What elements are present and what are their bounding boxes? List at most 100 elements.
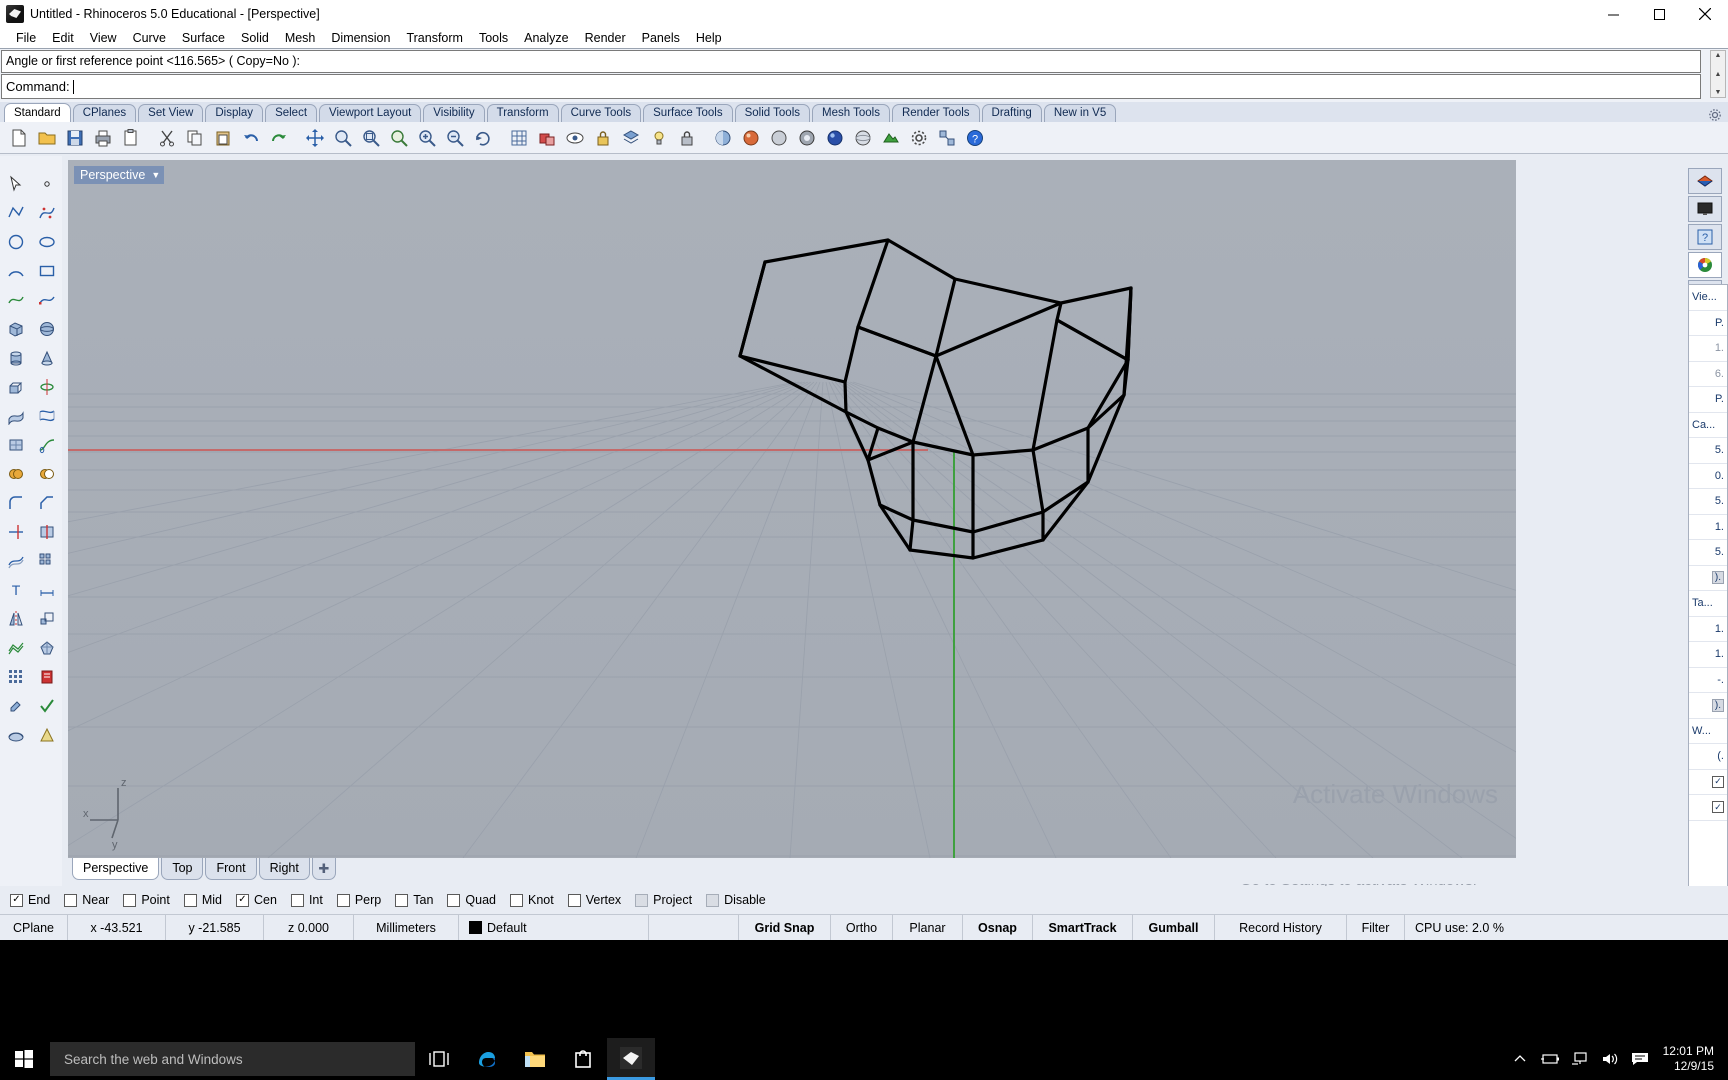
checkbox-checked-icon[interactable]: ✓ (1712, 801, 1724, 814)
paste-icon[interactable] (210, 125, 236, 151)
render-icon[interactable] (738, 125, 764, 151)
analyze-icon[interactable] (33, 663, 61, 691)
menu-render[interactable]: Render (577, 29, 634, 47)
arc-icon[interactable] (2, 257, 30, 285)
toggle-ortho[interactable]: Ortho (831, 914, 893, 941)
checkbox-checked-icon[interactable]: ✓ (1712, 775, 1724, 788)
properties-panel-icon[interactable] (1688, 252, 1722, 278)
zoom-in-icon[interactable] (414, 125, 440, 151)
toggle-planar[interactable]: Planar (893, 914, 963, 941)
osnap-int[interactable]: Int (290, 893, 323, 907)
zoom-out-icon[interactable] (442, 125, 468, 151)
patch-icon[interactable] (2, 431, 30, 459)
rotate-view-icon[interactable] (470, 125, 496, 151)
tab-solid-tools[interactable]: Solid Tools (734, 104, 810, 122)
mesh-tools-icon[interactable] (33, 634, 61, 662)
menu-curve[interactable]: Curve (125, 29, 174, 47)
menu-file[interactable]: File (8, 29, 44, 47)
tab-display[interactable]: Display (205, 104, 264, 122)
checkbox-point[interactable] (123, 893, 137, 907)
osnap-near[interactable]: Near (64, 893, 109, 907)
checkbox-perp[interactable] (336, 893, 350, 907)
checkbox-end[interactable]: ✓ (10, 893, 23, 907)
close-button[interactable] (1682, 0, 1728, 28)
paint-icon[interactable] (2, 692, 30, 720)
osnap-cen[interactable]: ✓ Cen (236, 893, 277, 907)
perspective-viewport[interactable]: z x y Perspective ▼ Activate Windows (68, 160, 1516, 858)
tab-viewport-layout[interactable]: Viewport Layout (319, 104, 422, 122)
checkbox-tan[interactable] (395, 893, 409, 907)
menu-edit[interactable]: Edit (44, 29, 82, 47)
copy-icon[interactable] (182, 125, 208, 151)
zoom-window-icon[interactable] (330, 125, 356, 151)
tab-set-view[interactable]: Set View (138, 104, 204, 122)
checkbox-vertex[interactable] (567, 893, 581, 907)
render-mesh-icon[interactable] (2, 721, 30, 749)
display-panel-icon[interactable] (1688, 196, 1722, 222)
zoom-selected-icon[interactable] (386, 125, 412, 151)
show-objects-icon[interactable] (562, 125, 588, 151)
checkbox-knot[interactable] (510, 893, 523, 907)
check-icon[interactable] (33, 692, 61, 720)
trim-icon[interactable] (2, 518, 30, 546)
select-point-icon[interactable] (33, 170, 61, 198)
shade-view-icon[interactable] (710, 125, 736, 151)
battery-icon[interactable] (1535, 1038, 1565, 1080)
cone-icon[interactable] (33, 344, 61, 372)
property-value-row[interactable]: P. (1689, 311, 1727, 336)
mesh-icon[interactable] (2, 634, 30, 662)
osnap-disable[interactable]: Disable (706, 893, 766, 907)
box-icon[interactable] (2, 315, 30, 343)
edge-browser-icon[interactable] (463, 1038, 511, 1080)
toggle-osnap[interactable]: Osnap (963, 914, 1033, 941)
menu-tools[interactable]: Tools (471, 29, 516, 47)
boolean-union-icon[interactable] (2, 460, 30, 488)
select-arrow-icon[interactable] (2, 170, 30, 198)
cylinder-icon[interactable] (2, 344, 30, 372)
property-checkbox-row[interactable]: ✓ (1689, 770, 1727, 795)
revolve-icon[interactable] (33, 373, 61, 401)
mirror-icon[interactable] (2, 605, 30, 633)
render-preview-icon[interactable] (822, 125, 848, 151)
menu-analyze[interactable]: Analyze (516, 29, 576, 47)
copy-to-clipboard-icon[interactable] (118, 125, 144, 151)
scroll-down-arrow[interactable]: ▼ (1715, 88, 1722, 97)
menu-help[interactable]: Help (688, 29, 730, 47)
chamfer-icon[interactable] (33, 489, 61, 517)
undo-icon[interactable] (238, 125, 264, 151)
status-units[interactable]: Millimeters (354, 914, 459, 941)
property-value-row[interactable]: 1. (1689, 642, 1727, 668)
property-dropdown-row[interactable]: ). (1689, 693, 1727, 719)
boolean-difference-icon[interactable] (33, 460, 61, 488)
tab-mesh-tools[interactable]: Mesh Tools (812, 104, 890, 122)
minimize-button[interactable] (1590, 0, 1636, 28)
property-value-row[interactable]: 1. (1689, 617, 1727, 642)
property-value-row[interactable]: 5. (1689, 489, 1727, 515)
help-panel-icon[interactable]: ? (1688, 224, 1722, 250)
light-cone-icon[interactable] (33, 721, 61, 749)
sphere-icon[interactable] (850, 125, 876, 151)
tab-new-in-v5[interactable]: New in V5 (1043, 104, 1117, 122)
light-icon[interactable] (646, 125, 672, 151)
open-file-icon[interactable] (34, 125, 60, 151)
property-value-row[interactable]: 1. (1689, 336, 1727, 362)
layer-icon[interactable] (618, 125, 644, 151)
zoom-extents-icon[interactable] (358, 125, 384, 151)
toggle-filter[interactable]: Filter (1347, 914, 1405, 941)
checkbox-cen[interactable]: ✓ (236, 893, 249, 907)
network-icon[interactable] (1565, 1038, 1595, 1080)
control-point-curve-icon[interactable] (33, 199, 61, 227)
fillet-icon[interactable] (2, 489, 30, 517)
status-cplane[interactable]: CPlane (0, 914, 68, 941)
property-value-row[interactable]: (. (1689, 744, 1727, 770)
menu-transform[interactable]: Transform (398, 29, 471, 47)
osnap-quad[interactable]: Quad (447, 893, 496, 907)
properties-icon[interactable] (906, 125, 932, 151)
viewport-title-label[interactable]: Perspective ▼ (74, 166, 165, 184)
menu-solid[interactable]: Solid (233, 29, 277, 47)
layer-color-swatch[interactable] (469, 921, 482, 934)
redo-icon[interactable] (266, 125, 292, 151)
taskbar-search-box[interactable]: Search the web and Windows (50, 1042, 415, 1076)
text-icon[interactable]: T (2, 576, 30, 604)
print-icon[interactable] (90, 125, 116, 151)
